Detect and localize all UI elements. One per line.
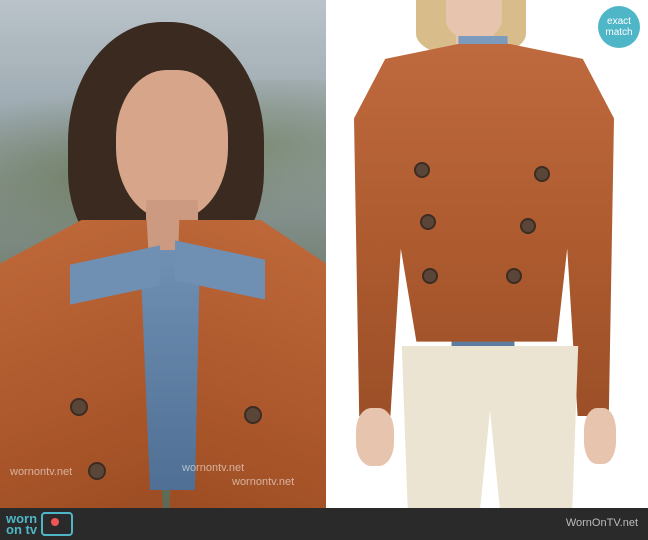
tv-icon	[41, 512, 74, 536]
blazer-button	[534, 166, 550, 182]
watermark-text: wornontv.net	[10, 466, 73, 478]
face	[116, 70, 228, 220]
watermark-text: wornontv.net	[182, 462, 245, 474]
logo-text: worn on tv	[6, 512, 38, 537]
blazer-button	[244, 406, 262, 424]
product-photo[interactable]	[328, 0, 648, 508]
episode-photo: wornontv.net wornontv.net wornontv.net	[0, 0, 326, 508]
blazer-button	[414, 162, 430, 178]
model-hand-left	[356, 408, 394, 466]
badge-line2: match	[605, 27, 633, 38]
badge-line1: exact	[607, 16, 631, 27]
blazer-button	[88, 462, 106, 480]
model-hand-right	[584, 408, 616, 464]
site-name[interactable]: WornOnTV.net	[566, 517, 638, 529]
blazer-button	[506, 268, 522, 284]
blazer-button	[520, 218, 536, 234]
logo-line2: on tv	[6, 522, 38, 537]
blazer-button	[422, 268, 438, 284]
blazer-button	[70, 398, 88, 416]
blazer-button	[420, 214, 436, 230]
exact-match-badge: exact match	[598, 6, 640, 48]
footer-bar: worn on tv WornOnTV.net	[0, 508, 648, 540]
watermark-text: wornontv.net	[232, 476, 295, 488]
wornontv-logo[interactable]: worn on tv	[6, 512, 74, 537]
product-pants	[401, 346, 579, 508]
